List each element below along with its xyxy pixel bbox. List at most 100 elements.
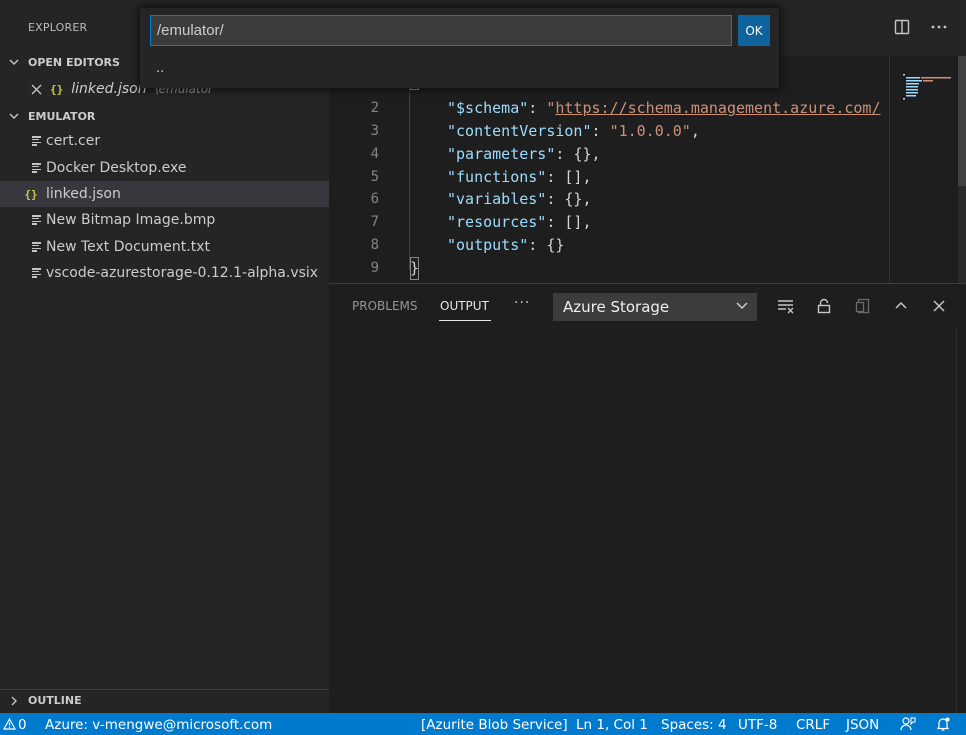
notifications-bell-icon[interactable] [935, 716, 951, 732]
json-key: "variables" [447, 190, 547, 208]
explorer-sidebar: EXPLORER OPEN EDITORS {} linked.json \em… [0, 0, 329, 713]
json-key: "parameters" [447, 145, 556, 163]
code-line: "$schema": "https://schema.management.az… [447, 97, 880, 120]
problems-count[interactable]: 0 [18, 717, 27, 733]
file-item[interactable]: New Text Document.txt [0, 234, 329, 260]
json-sep: : [546, 190, 565, 208]
json-key: "$schema" [447, 99, 529, 117]
minimap-shadow [889, 56, 890, 283]
json-sep: : [528, 99, 547, 117]
cursor-position[interactable]: Ln 1, Col 1 [576, 717, 648, 733]
file-name: vscode-azurestorage-0.12.1-alpha.vsix [46, 265, 319, 281]
status-bar: 0 Azure: v-mengwe@microsoft.com [Azurite… [0, 713, 966, 735]
json-key: "resources" [447, 213, 547, 231]
azure-account[interactable]: Azure: v-mengwe@microsoft.com [45, 717, 272, 733]
json-key: "contentVersion" [447, 122, 592, 140]
code-line: "parameters": {}, [447, 143, 601, 166]
code-line: "resources": [], [447, 211, 592, 234]
json-punct: [], [564, 168, 592, 186]
json-url[interactable]: https://schema.management.azure.com/ [555, 99, 880, 117]
azurite-blob-service[interactable]: [Azurite Blob Service] [421, 717, 568, 733]
file-name: cert.cer [46, 133, 101, 149]
path-input[interactable]: /emulator/ [150, 15, 732, 46]
outline-header[interactable]: OUTLINE [0, 689, 329, 711]
output-scrollbar[interactable] [956, 326, 966, 714]
encoding[interactable]: UTF-8 [738, 717, 777, 733]
more-actions-icon[interactable] [929, 17, 949, 37]
line-number: 5 [370, 169, 379, 185]
close-icon[interactable] [27, 84, 45, 95]
unlock-scroll-icon[interactable] [814, 296, 834, 316]
line-number: 4 [370, 146, 379, 162]
warning-icon[interactable] [1, 716, 17, 732]
json-punct: {} [546, 236, 565, 254]
code-line: } [410, 257, 420, 280]
json-key: "outputs" [447, 236, 529, 254]
file-item-selected[interactable]: {} linked.json [0, 181, 329, 207]
outline-label: OUTLINE [28, 694, 82, 707]
json-sep: : [591, 122, 610, 140]
line-number: 3 [370, 123, 379, 139]
ok-button[interactable]: OK [738, 15, 770, 46]
editor-scrollbar-thumb[interactable] [958, 56, 966, 186]
indent-guide [409, 80, 410, 270]
json-punct: {}, [564, 190, 592, 208]
json-punct: {}, [573, 145, 601, 163]
chevron-down-icon [735, 298, 749, 316]
output-channel-select[interactable]: Azure Storage [553, 293, 757, 321]
line-number: 9 [370, 260, 379, 276]
emulator-folder-label: EMULATOR [28, 109, 96, 123]
open-editors-label: OPEN EDITORS [28, 55, 120, 69]
language-mode[interactable]: JSON [846, 717, 879, 733]
clear-output-icon[interactable] [776, 296, 796, 316]
json-sep: : [555, 145, 574, 163]
split-editor-icon[interactable] [892, 17, 912, 37]
file-lines-icon [27, 163, 45, 173]
file-lines-icon [27, 136, 45, 146]
json-sep: : [528, 236, 547, 254]
file-item[interactable]: New Bitmap Image.bmp [0, 207, 329, 233]
json-sep: : [546, 168, 565, 186]
close-panel-icon[interactable] [929, 296, 949, 316]
file-name: linked.json [46, 186, 121, 202]
output-channel-value: Azure Storage [563, 298, 670, 316]
json-braces-icon: {} [50, 82, 64, 96]
file-item[interactable]: Docker Desktop.exe [0, 155, 329, 181]
line-number: 7 [370, 214, 379, 230]
parent-dir-item[interactable]: .. [156, 61, 164, 76]
chevron-down-icon [0, 56, 28, 68]
line-number: 6 [370, 191, 379, 207]
json-braces-icon: {} [24, 187, 38, 201]
explorer-title: EXPLORER [28, 21, 88, 34]
file-lines-icon [27, 268, 45, 278]
tab-problems[interactable]: PROBLEMS [352, 299, 418, 313]
tab-output[interactable]: OUTPUT [440, 299, 489, 313]
line-number: 8 [370, 237, 379, 253]
feedback-icon[interactable] [900, 716, 916, 732]
chevron-right-icon [0, 695, 28, 707]
chevron-up-icon[interactable] [891, 296, 911, 316]
minimap[interactable] [901, 70, 958, 120]
bottom-panel: PROBLEMS OUTPUT ··· Azure Storage [329, 283, 966, 714]
chevron-down-icon [0, 110, 28, 122]
indentation[interactable]: Spaces: 4 [661, 717, 727, 733]
editor-scrollbar[interactable] [958, 56, 966, 283]
code-line: "contentVersion": "1.0.0.0", [447, 120, 700, 143]
open-log-icon[interactable] [853, 296, 873, 316]
line-number: 2 [370, 100, 379, 116]
file-lines-icon [27, 215, 45, 225]
json-punct: , [690, 122, 700, 140]
file-item[interactable]: vscode-azurestorage-0.12.1-alpha.vsix [0, 260, 329, 286]
json-key: "functions" [447, 168, 547, 186]
json-string: "1.0.0.0" [609, 122, 691, 140]
code-line: "variables": {}, [447, 188, 592, 211]
code-line: "functions": [], [447, 166, 592, 189]
file-name: New Bitmap Image.bmp [46, 212, 216, 228]
json-sep: : [546, 213, 565, 231]
open-editor-filename: linked.json [71, 81, 147, 97]
file-item[interactable]: cert.cer [0, 128, 329, 154]
panel-more-button[interactable]: ··· [514, 295, 530, 311]
file-name: New Text Document.txt [46, 239, 210, 255]
end-of-line[interactable]: CRLF [796, 717, 830, 733]
emulator-folder-header[interactable]: EMULATOR [0, 105, 329, 127]
